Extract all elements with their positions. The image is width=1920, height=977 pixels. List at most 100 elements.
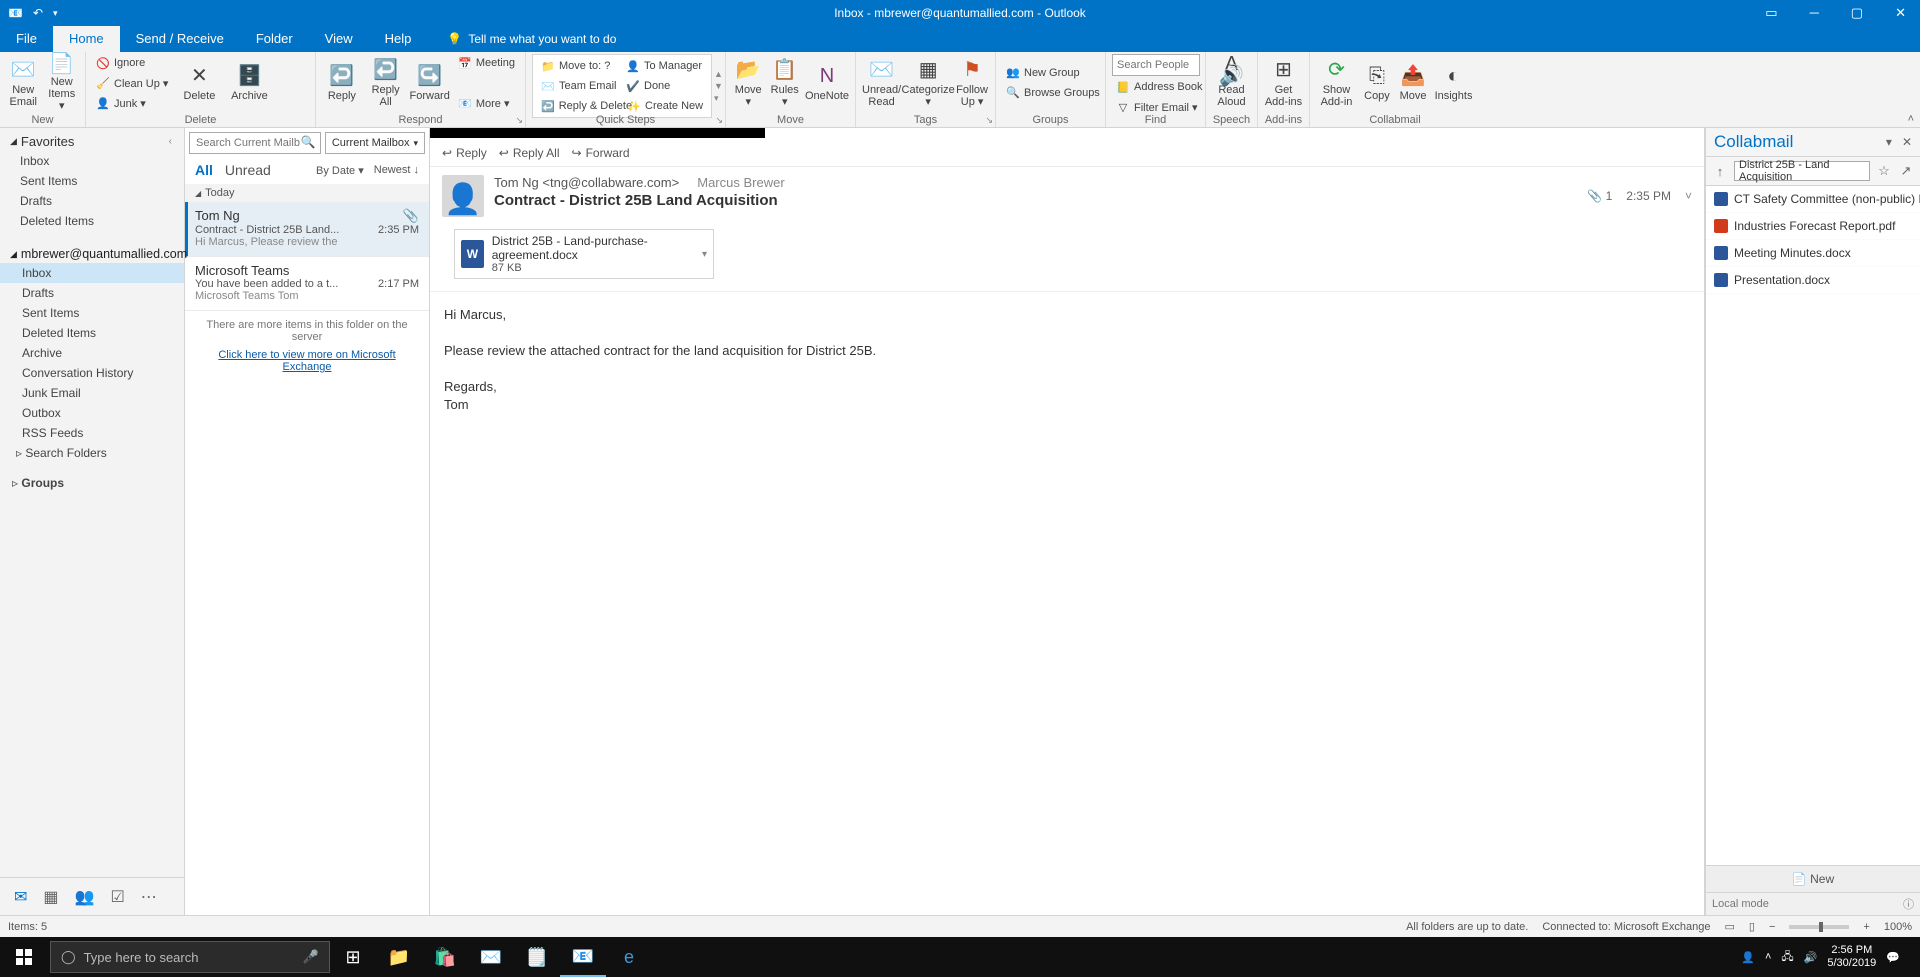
qat-dropdown-icon[interactable]: ▾ bbox=[53, 8, 58, 19]
tab-view[interactable]: View bbox=[309, 26, 369, 52]
message-expand-icon[interactable]: ˅ bbox=[1685, 189, 1692, 203]
mail-nav-icon[interactable]: ✉ bbox=[14, 887, 27, 907]
qs-move-to[interactable]: 📁Move to: ? bbox=[537, 57, 622, 75]
collab-item-2[interactable]: Meeting Minutes.docx bbox=[1706, 240, 1920, 267]
delete-button[interactable]: ✕Delete bbox=[176, 54, 222, 112]
read-aloud-button[interactable]: A🔊Read Aloud bbox=[1212, 54, 1251, 112]
folder-conversation-history[interactable]: Conversation History bbox=[0, 363, 184, 383]
meeting-button[interactable]: 📅Meeting bbox=[454, 54, 519, 72]
edge-icon[interactable]: e bbox=[606, 937, 652, 977]
mail-app-icon[interactable]: ✉️ bbox=[468, 937, 514, 977]
tab-home[interactable]: Home bbox=[53, 26, 120, 52]
unread-button[interactable]: ✉️Unread/ Read bbox=[862, 54, 901, 112]
tell-me-search[interactable]: 💡 Tell me what you want to do bbox=[427, 32, 616, 46]
attachment-dropdown-icon[interactable]: ▾ bbox=[702, 249, 707, 260]
groups-header[interactable]: ▹ Groups bbox=[0, 473, 184, 493]
tray-up-icon[interactable]: ˄ bbox=[1765, 951, 1771, 963]
taskbar-search[interactable]: ◯ Type here to search 🎤 bbox=[50, 941, 330, 973]
folder-deleted[interactable]: Deleted Items bbox=[0, 323, 184, 343]
rules-button[interactable]: 📋Rules ▾ bbox=[768, 54, 800, 112]
rp-forward-button[interactable]: ↪ Forward bbox=[572, 146, 630, 160]
respond-launcher[interactable]: ↘ bbox=[515, 115, 523, 126]
file-explorer-icon[interactable]: 📁 bbox=[376, 937, 422, 977]
categorize-button[interactable]: ▦Categorize ▾ bbox=[905, 54, 951, 112]
rp-replyall-button[interactable]: ↩ Reply All bbox=[499, 146, 560, 160]
qs-team-email[interactable]: ✉️Team Email bbox=[537, 77, 622, 95]
sort-by-date[interactable]: By Date ▾ bbox=[316, 164, 364, 177]
new-email-button[interactable]: ✉️ New Email bbox=[6, 54, 41, 112]
folder-rss[interactable]: RSS Feeds bbox=[0, 423, 184, 443]
collapse-ribbon-icon[interactable]: ˄ bbox=[1908, 113, 1914, 125]
collab-minimize-icon[interactable]: ▾ bbox=[1886, 135, 1892, 149]
insights-button[interactable]: ◐Insights bbox=[1433, 54, 1474, 112]
zoom-slider[interactable] bbox=[1789, 925, 1849, 929]
followup-button[interactable]: ⚑Follow Up ▾ bbox=[955, 54, 989, 112]
folder-archive[interactable]: Archive bbox=[0, 343, 184, 363]
ribbon-display-options-icon[interactable]: ▭ bbox=[1759, 5, 1783, 21]
search-people-input[interactable] bbox=[1112, 54, 1200, 76]
qs-up[interactable]: ▲ bbox=[714, 69, 723, 79]
tab-send-receive[interactable]: Send / Receive bbox=[120, 26, 240, 52]
collab-item-1[interactable]: Industries Forecast Report.pdf bbox=[1706, 213, 1920, 240]
qs-done[interactable]: ✔️Done bbox=[622, 77, 707, 95]
archive-button[interactable]: 🗄️Archive bbox=[226, 54, 272, 112]
people-tray-icon[interactable]: 👤 bbox=[1741, 951, 1755, 964]
collab-up-icon[interactable]: ↑ bbox=[1712, 164, 1728, 179]
people-nav-icon[interactable]: 👥 bbox=[75, 887, 95, 907]
more-respond-button[interactable]: 📧More ▾ bbox=[454, 94, 519, 112]
network-tray-icon[interactable]: 🖧 bbox=[1781, 948, 1793, 967]
start-button[interactable] bbox=[0, 937, 48, 977]
account-header[interactable]: ◢mbrewer@quantumallied.com bbox=[0, 241, 184, 263]
store-icon[interactable]: 🛍️ bbox=[422, 937, 468, 977]
tags-launcher[interactable]: ↘ bbox=[985, 115, 993, 126]
collab-info-icon[interactable]: ⓘ bbox=[1903, 896, 1914, 912]
collab-item-0[interactable]: CT Safety Committee (non-public) Me... bbox=[1706, 186, 1920, 213]
task-view-icon[interactable]: ⊞ bbox=[330, 937, 376, 977]
new-items-button[interactable]: 📄 New Items ▾ bbox=[45, 54, 80, 112]
outlook-taskbar-icon[interactable]: 📧 bbox=[560, 937, 606, 977]
collab-item-3[interactable]: Presentation.docx bbox=[1706, 267, 1920, 294]
folder-drafts[interactable]: Drafts bbox=[0, 283, 184, 303]
onenote-button[interactable]: NOneNote bbox=[805, 54, 849, 112]
filter-unread[interactable]: Unread bbox=[225, 162, 271, 178]
fav-inbox[interactable]: Inbox bbox=[0, 151, 184, 171]
volume-tray-icon[interactable]: 🔊 bbox=[1804, 951, 1818, 964]
folder-search-folders[interactable]: ▹ Search Folders bbox=[0, 443, 184, 463]
show-addin-button[interactable]: ⟳Show Add-in bbox=[1316, 54, 1357, 112]
minimize-button[interactable]: ─ bbox=[1804, 5, 1825, 21]
rp-reply-button[interactable]: ↩ Reply bbox=[442, 146, 487, 160]
collab-copy-button[interactable]: ⎘Copy bbox=[1361, 54, 1393, 112]
taskbar-clock[interactable]: 2:56 PM 5/30/2019 bbox=[1827, 944, 1876, 970]
reply-button[interactable]: ↩️Reply bbox=[322, 54, 362, 112]
qs-down[interactable]: ▼ bbox=[714, 81, 723, 91]
tab-help[interactable]: Help bbox=[369, 26, 428, 52]
collab-path-field[interactable]: District 25B - Land Acquisition bbox=[1734, 161, 1870, 181]
forward-button[interactable]: ↪️Forward bbox=[410, 54, 450, 112]
get-addins-button[interactable]: ⊞Get Add-ins bbox=[1264, 54, 1303, 112]
maximize-button[interactable]: ▢ bbox=[1845, 5, 1869, 21]
folder-inbox[interactable]: Inbox bbox=[0, 263, 184, 283]
view-more-exchange-link[interactable]: Click here to view more on Microsoft Exc… bbox=[193, 349, 421, 373]
cleanup-button[interactable]: 🧹Clean Up ▾ bbox=[92, 74, 172, 92]
collab-close-icon[interactable]: ✕ bbox=[1902, 135, 1912, 149]
junk-button[interactable]: 👤Junk ▾ bbox=[92, 94, 172, 112]
search-scope-dropdown[interactable]: Current Mailbox▾ bbox=[325, 132, 425, 154]
move-button[interactable]: 📂Move ▾ bbox=[732, 54, 764, 112]
date-group-today[interactable]: ◢Today bbox=[185, 184, 429, 202]
close-button[interactable]: ✕ bbox=[1889, 5, 1912, 21]
new-group-button[interactable]: 👥New Group bbox=[1002, 64, 1104, 82]
folder-junk[interactable]: Junk Email bbox=[0, 383, 184, 403]
collab-new-button[interactable]: 📄 New bbox=[1706, 865, 1920, 892]
zoom-out-button[interactable]: − bbox=[1769, 921, 1775, 933]
fav-drafts[interactable]: Drafts bbox=[0, 191, 184, 211]
favorites-header[interactable]: ◢Favorites‹ bbox=[0, 128, 184, 151]
ignore-button[interactable]: 🚫Ignore bbox=[92, 54, 172, 72]
calendar-nav-icon[interactable]: ▦ bbox=[43, 887, 58, 907]
action-center-icon[interactable]: 💬 bbox=[1886, 951, 1900, 964]
folder-outbox[interactable]: Outbox bbox=[0, 403, 184, 423]
view-normal-icon[interactable]: ▭ bbox=[1725, 920, 1735, 933]
tab-folder[interactable]: Folder bbox=[240, 26, 309, 52]
tasks-nav-icon[interactable]: ☑ bbox=[110, 887, 124, 907]
view-reading-icon[interactable]: ▯ bbox=[1749, 920, 1755, 933]
app-icon[interactable]: 🗒️ bbox=[514, 937, 560, 977]
